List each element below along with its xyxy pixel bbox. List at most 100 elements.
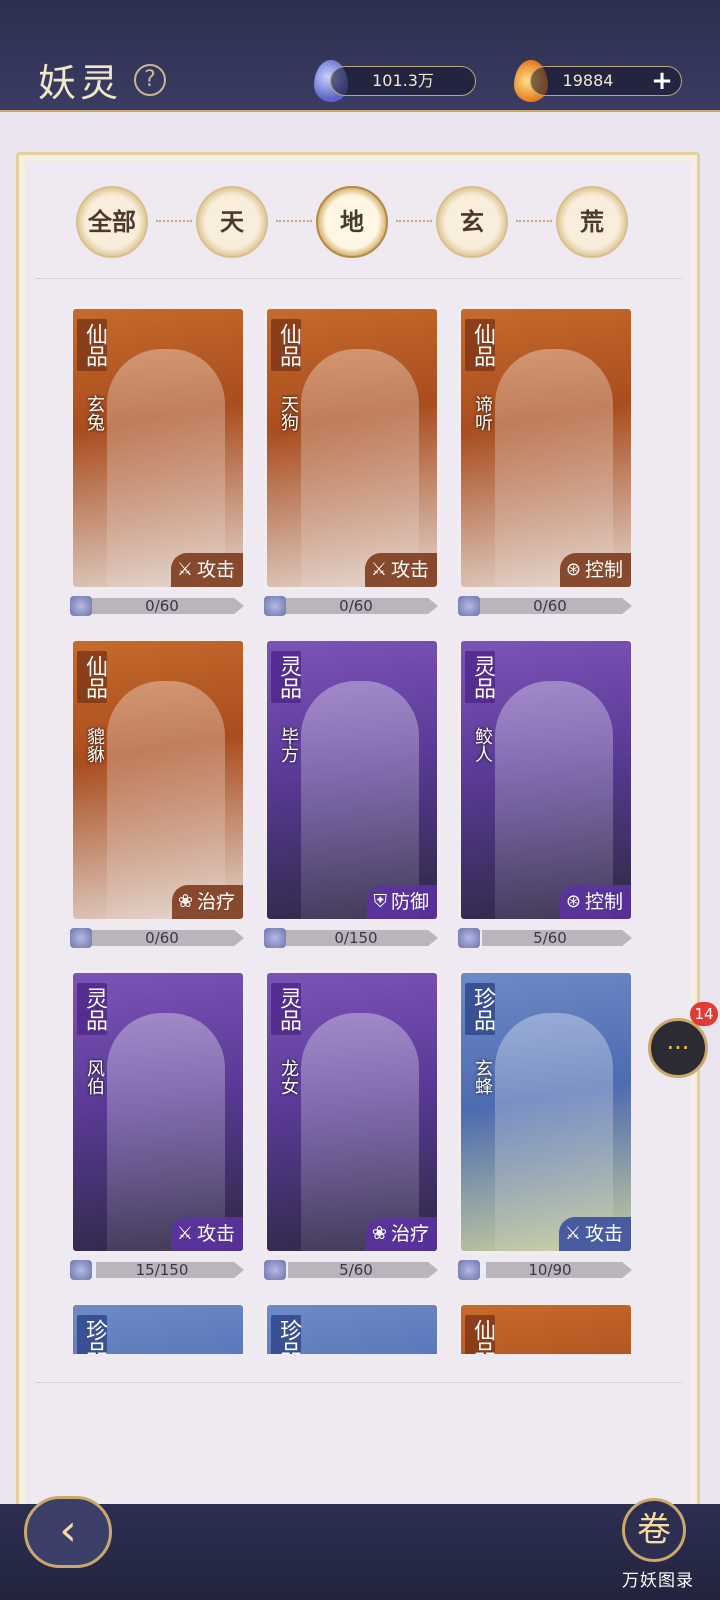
spirit-card[interactable]: 仙品 — [458, 1302, 634, 1354]
grade-label: 仙品 — [465, 1315, 495, 1354]
spirit-portrait: 珍品 玄蜂 ⚔ 攻击 — [458, 970, 634, 1254]
spirit-portrait: 仙品 谛听 ⊛ 控制 — [458, 306, 634, 590]
attack-icon: ⚔ — [370, 559, 387, 580]
tab-connector — [516, 220, 552, 224]
spirit-card[interactable]: 珍品 — [70, 1302, 246, 1354]
spirit-portrait: 灵品 毕方 ⛨ 防御 — [264, 638, 440, 922]
tab-tian[interactable]: 天 — [196, 186, 268, 258]
progress-text: 0/60 — [145, 929, 179, 947]
back-button[interactable]: ‹ — [24, 1496, 112, 1568]
grade-label: 珍品 — [77, 1315, 107, 1354]
chat-icon[interactable]: ··· — [648, 1018, 708, 1078]
fragment-progress: 0/60 — [264, 596, 440, 616]
spirit-name: 毕方 — [278, 727, 299, 763]
spirit-portrait: 灵品 风伯 ⚔ 攻击 — [70, 970, 246, 1254]
spirit-card[interactable]: 灵品 鲛人 ⊛ 控制 5/60 — [458, 638, 634, 948]
attack-icon: ⚔ — [176, 559, 193, 580]
control-icon: ⊛ — [565, 891, 581, 912]
help-icon[interactable]: ? — [134, 64, 166, 96]
role-label: 攻击 — [584, 1223, 623, 1245]
progress-text: 0/60 — [145, 597, 179, 615]
grade-label: 灵品 — [271, 983, 301, 1035]
progress-text: 15/150 — [135, 1261, 189, 1279]
role-badge: ❀ 治疗 — [171, 885, 243, 919]
role-label: 控制 — [584, 891, 623, 913]
page-title: 妖灵 — [38, 61, 123, 105]
spirit-card[interactable]: 仙品 玄兔 ⚔ 攻击 0/60 — [70, 306, 246, 616]
spirit-grid: 仙品 玄兔 ⚔ 攻击 0/60 仙品 天狗 ⚔ 攻击 0/60 仙品 谛听 ⊛ 控制 — [70, 306, 636, 1354]
spirit-card[interactable]: 珍品 玄蜂 ⚔ 攻击 10/90 — [458, 970, 634, 1280]
spirit-card[interactable]: 珍品 — [264, 1302, 440, 1354]
role-label: 治疗 — [196, 891, 235, 913]
spirit-portrait: 仙品 玄兔 ⚔ 攻击 — [70, 306, 246, 590]
role-badge: ⚔ 攻击 — [170, 553, 243, 587]
tab-all[interactable]: 全部 — [76, 186, 148, 258]
spirit-name: 貔貅 — [84, 727, 105, 763]
role-badge: ⛨ 防御 — [367, 885, 437, 919]
chat-unread-badge: 14 — [690, 1002, 718, 1026]
heal-icon: ❀ — [177, 891, 193, 912]
role-label: 防御 — [390, 891, 429, 913]
tab-connector — [156, 220, 192, 224]
tab-huang[interactable]: 荒 — [556, 186, 628, 258]
spirit-portrait: 灵品 鲛人 ⊛ 控制 — [458, 638, 634, 922]
role-badge: ⚔ 攻击 — [170, 1217, 243, 1251]
tab-connector — [396, 220, 432, 224]
spirit-portrait: 仙品 — [458, 1302, 634, 1354]
grade-label: 珍品 — [271, 1315, 301, 1354]
role-label: 治疗 — [390, 1223, 429, 1245]
spirit-card[interactable]: 灵品 毕方 ⛨ 防御 0/150 — [264, 638, 440, 948]
grade-label: 仙品 — [77, 651, 107, 703]
codex-label[interactable]: 万妖图录 — [606, 1566, 710, 1591]
codex-icon[interactable]: 卷 — [622, 1498, 686, 1562]
fragment-progress: 5/60 — [458, 928, 634, 948]
spirit-name: 玄蜂 — [472, 1059, 493, 1095]
role-label: 攻击 — [196, 1223, 235, 1245]
grade-label: 仙品 — [77, 319, 107, 371]
role-label: 攻击 — [390, 559, 429, 581]
role-badge: ⊛ 控制 — [559, 553, 631, 587]
fragment-progress: 5/60 — [264, 1260, 440, 1280]
fragment-progress: 15/150 — [70, 1260, 246, 1280]
tab-di[interactable]: 地 — [316, 186, 388, 258]
spirit-card[interactable]: 仙品 貔貅 ❀ 治疗 0/60 — [70, 638, 246, 948]
control-icon: ⊛ — [565, 559, 581, 580]
attack-icon: ⚔ — [564, 1223, 581, 1244]
heal-icon: ❀ — [371, 1223, 387, 1244]
spirit-card[interactable]: 仙品 谛听 ⊛ 控制 0/60 — [458, 306, 634, 616]
spirit-name: 天狗 — [278, 395, 299, 431]
fragment-progress: 0/60 — [70, 596, 246, 616]
filter-tabs: 全部 天 地 玄 荒 — [76, 186, 636, 258]
role-badge: ⚔ 攻击 — [364, 553, 437, 587]
tab-xuan[interactable]: 玄 — [436, 186, 508, 258]
jade-currency-amount: 101.3万 — [330, 66, 476, 96]
shield-icon: ⛨ — [373, 891, 387, 912]
spirit-portrait: 灵品 龙女 ❀ 治疗 — [264, 970, 440, 1254]
grade-label: 灵品 — [271, 651, 301, 703]
spirit-name: 龙女 — [278, 1059, 299, 1095]
spirit-name: 玄兔 — [84, 395, 105, 431]
grade-label: 珍品 — [465, 983, 495, 1035]
progress-text: 0/60 — [339, 597, 373, 615]
add-currency-button[interactable]: + — [648, 68, 676, 94]
role-badge: ⚔ 攻击 — [558, 1217, 631, 1251]
role-label: 攻击 — [196, 559, 235, 581]
attack-icon: ⚔ — [176, 1223, 193, 1244]
grade-label: 灵品 — [77, 983, 107, 1035]
progress-text: 5/60 — [339, 1261, 373, 1279]
role-badge: ❀ 治疗 — [365, 1217, 437, 1251]
fragment-progress: 0/60 — [70, 928, 246, 948]
spirit-portrait: 仙品 貔貅 ❀ 治疗 — [70, 638, 246, 922]
spirit-card[interactable]: 灵品 龙女 ❀ 治疗 5/60 — [264, 970, 440, 1280]
progress-text: 0/60 — [533, 597, 567, 615]
spirit-card[interactable]: 灵品 风伯 ⚔ 攻击 15/150 — [70, 970, 246, 1280]
grade-label: 灵品 — [465, 651, 495, 703]
spirit-card[interactable]: 仙品 天狗 ⚔ 攻击 0/60 — [264, 306, 440, 616]
role-badge: ⊛ 控制 — [559, 885, 631, 919]
grade-label: 仙品 — [271, 319, 301, 371]
spirit-portrait: 珍品 — [70, 1302, 246, 1354]
spirit-portrait: 仙品 天狗 ⚔ 攻击 — [264, 306, 440, 590]
progress-text: 0/150 — [334, 929, 378, 947]
divider — [36, 1382, 682, 1383]
grade-label: 仙品 — [465, 319, 495, 371]
